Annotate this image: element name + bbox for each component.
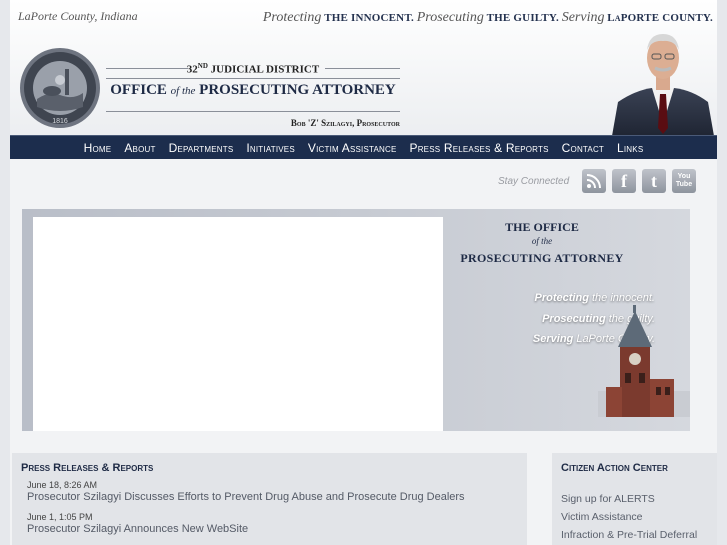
tagline-phrase-3: LaPORTE COUNTY. <box>607 12 713 24</box>
press-item-link[interactable]: Prosecutor Szilagyi Discusses Efforts to… <box>27 491 465 503</box>
prosecutor-portrait <box>612 34 714 136</box>
site-header: LaPorte County, Indiana Protecting THE I… <box>10 0 717 136</box>
page: LaPorte County, Indiana Protecting THE I… <box>10 0 717 545</box>
twitter-icon[interactable]: t <box>642 169 666 193</box>
county-name: LaPorte County, Indiana <box>18 9 138 23</box>
citizen-action-center-panel: Citizen Action Center Sign up for ALERTS… <box>552 453 717 545</box>
indiana-seal-logo[interactable]: 1816 <box>19 47 101 129</box>
nav-press-releases[interactable]: Press Releases & Reports <box>410 141 549 155</box>
citizen-link-alerts[interactable]: Sign up for ALERTS <box>561 493 655 505</box>
twitter-glyph: t <box>651 170 657 191</box>
office-title[interactable]: OFFICE of the PROSECUTING ATTORNEY <box>106 82 400 99</box>
seal-year: 1816 <box>52 118 68 125</box>
rss-icon[interactable] <box>582 169 606 193</box>
banner-word-prosecuting: Prosecuting <box>542 313 606 325</box>
header-tagline: Protecting THE INNOCENT. Prosecuting THE… <box>263 10 713 26</box>
district-number: 32 <box>186 63 198 76</box>
tagline-word-serving: Serving <box>561 10 605 25</box>
facebook-glyph: f <box>621 170 627 191</box>
tagline-phrase-2: THE GUILTY. <box>486 12 559 24</box>
banner-line-protecting: Protecting the innocent. <box>535 292 655 304</box>
nav-links[interactable]: Links <box>617 141 643 155</box>
nav-about[interactable]: About <box>124 141 155 155</box>
banner-title-office: THE OFFICE <box>505 220 579 234</box>
stay-connected-label: Stay Connected <box>498 176 570 187</box>
nav-victim-assistance[interactable]: Victim Assistance <box>308 141 397 155</box>
tagline-phrase-1: THE INNOCENT. <box>324 12 414 24</box>
prosecutor-name: Bob 'Z' Szilagyi, Prosecutor <box>290 118 400 128</box>
press-item-date: June 1, 1:05 PM <box>27 512 93 522</box>
district-label: 32ND JUDICIAL DISTRICT <box>106 62 400 76</box>
header-rule-top <box>106 78 400 79</box>
citizen-link-victim-assistance[interactable]: Victim Assistance <box>561 511 643 523</box>
press-releases-title[interactable]: Press Releases & Reports <box>21 462 153 474</box>
citizen-action-center-title: Citizen Action Center <box>561 462 668 474</box>
banner-word-protecting: Protecting <box>534 292 589 304</box>
youtube-glyph-you: You <box>677 173 691 180</box>
banner-title-prosecuting: PROSECUTING ATTORNEY <box>460 251 624 265</box>
courthouse-tower-image <box>598 305 690 417</box>
nav-home[interactable]: Home <box>84 141 112 155</box>
district-text: JUDICIAL DISTRICT <box>207 63 320 76</box>
header-rule-bottom <box>106 111 400 112</box>
main-nav: Home About Departments Initiatives Victi… <box>10 135 717 159</box>
banner-phrase-1: the innocent. <box>588 292 655 304</box>
office-prosecuting-attorney: PROSECUTING ATTORNEY <box>195 82 396 98</box>
press-item-link[interactable]: Prosecutor Szilagyi Announces New WebSit… <box>27 523 248 535</box>
district-suffix: ND <box>197 62 208 70</box>
press-item-date: June 18, 8:26 AM <box>27 480 98 490</box>
facebook-icon[interactable]: f <box>612 169 636 193</box>
press-releases-panel: Press Releases & Reports June 18, 8:26 A… <box>12 453 527 545</box>
banner-title-of-the: of the <box>531 236 553 246</box>
youtube-icon[interactable]: You Tube <box>672 169 696 193</box>
office-word: OFFICE <box>110 82 171 98</box>
nav-contact[interactable]: Contact <box>562 141 604 155</box>
tagline-word-prosecuting: Prosecuting <box>416 10 484 25</box>
banner-word-serving: Serving <box>532 333 574 345</box>
nav-departments[interactable]: Departments <box>169 141 234 155</box>
tagline-word-protecting: Protecting <box>262 10 322 25</box>
office-of-the: of the <box>170 85 196 97</box>
nav-initiatives[interactable]: Initiatives <box>246 141 295 155</box>
youtube-glyph-tube: Tube <box>675 181 693 188</box>
banner-slide-area[interactable] <box>33 217 443 431</box>
citizen-link-infraction[interactable]: Infraction & Pre-Trial Deferral <box>561 529 697 541</box>
